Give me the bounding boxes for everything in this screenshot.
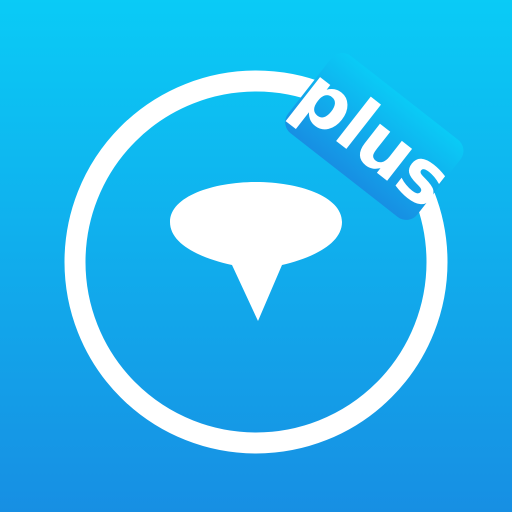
- app-icon-graphic: plus: [0, 0, 512, 512]
- app-icon[interactable]: plus: [0, 0, 512, 512]
